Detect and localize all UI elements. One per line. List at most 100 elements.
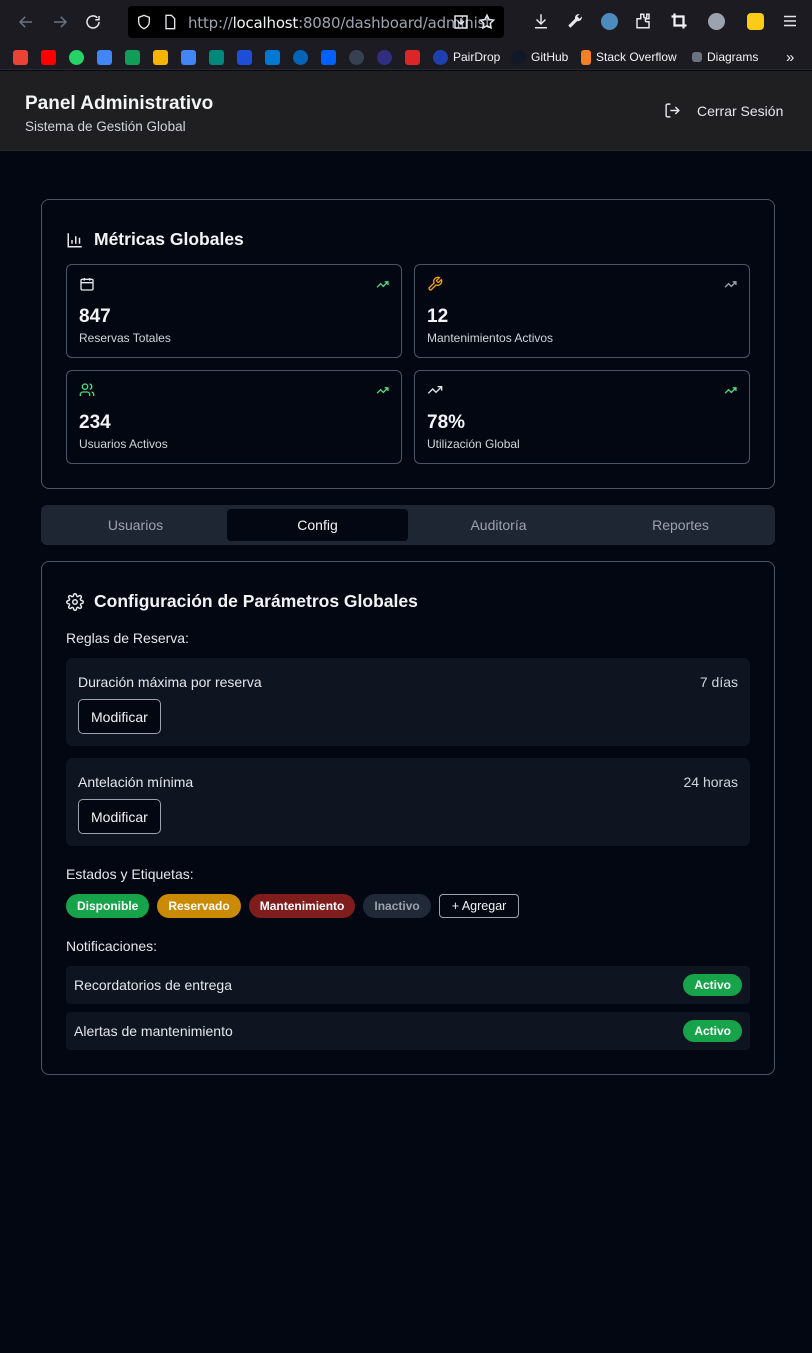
trending-up-icon xyxy=(376,281,389,288)
youtube-bookmark-icon[interactable] xyxy=(41,49,56,65)
calendar-icon xyxy=(80,278,94,291)
logout-label: Cerrar Sesión xyxy=(697,102,784,119)
page-subtitle: Sistema de Gestión Global xyxy=(25,119,186,134)
url-text[interactable]: http://localhost:8080/dashboard/administ xyxy=(188,14,491,32)
menu-icon[interactable] xyxy=(780,11,800,31)
slides-bookmark-icon[interactable] xyxy=(153,49,168,65)
metrics-heading-label: Métricas Globales xyxy=(94,229,244,249)
states-list: Disponible Reservado Mantenimiento Inact… xyxy=(66,894,520,918)
metric-label: Mantenimientos Activos xyxy=(427,331,554,345)
rule-name: Duración máxima por reserva xyxy=(78,674,262,690)
spy-extension-icon[interactable] xyxy=(706,11,726,31)
rule-value: 24 horas xyxy=(683,774,738,790)
tab-list: Usuarios Config Auditoría Reportes xyxy=(41,505,775,545)
shield-icon[interactable] xyxy=(136,14,152,30)
trending-up-icon xyxy=(376,387,389,394)
gear-icon xyxy=(66,592,84,611)
metric-card-utilizacion: 78% Utilización Global xyxy=(414,370,750,464)
metric-card-reservas: 847 Reservas Totales xyxy=(66,264,402,358)
metric-value: 12 xyxy=(427,306,449,327)
notification-label: Alertas de mantenimiento xyxy=(74,1023,233,1039)
pairdrop-icon xyxy=(433,49,448,65)
status-badge-inactivo[interactable]: Inactivo xyxy=(363,894,431,918)
metric-card-mantenimientos: 12 Mantenimientos Activos xyxy=(414,264,750,358)
bookmark-label: GitHub xyxy=(531,50,569,64)
status-badge-mantenimiento[interactable]: Mantenimiento xyxy=(248,894,356,918)
speed-bookmark-icon[interactable] xyxy=(349,49,364,65)
td-bookmark-icon[interactable] xyxy=(237,49,252,65)
modify-button[interactable]: Modificar xyxy=(78,799,161,834)
metric-label: Utilización Global xyxy=(427,437,520,451)
trending-up-icon xyxy=(724,281,737,288)
notification-status-badge[interactable]: Activo xyxy=(683,1020,742,1042)
reload-icon[interactable] xyxy=(81,10,105,34)
wrench-icon xyxy=(428,276,443,291)
rule-antelacion: Antelación mínima 24 horas Modificar xyxy=(66,758,750,846)
tab-auditoria[interactable]: Auditoría xyxy=(408,509,589,541)
bookmark-label: Diagrams xyxy=(707,50,759,64)
docs-bookmark-icon[interactable] xyxy=(97,49,112,65)
bookmark-label: Stack Overflow xyxy=(596,50,677,64)
tab-reportes[interactable]: Reportes xyxy=(590,509,771,541)
trending-up-icon xyxy=(724,387,737,394)
crop-icon[interactable] xyxy=(669,11,689,31)
config-card: Configuración de Parámetros Globales Reg… xyxy=(41,561,775,1075)
metric-label: Reservas Totales xyxy=(79,331,171,345)
status-badge-reservado[interactable]: Reservado xyxy=(157,894,241,918)
yellow-extension-icon[interactable] xyxy=(745,11,765,31)
url-bar[interactable]: http://localhost:8080/dashboard/administ xyxy=(128,6,504,38)
status-badge-disponible[interactable]: Disponible xyxy=(66,894,150,918)
notification-label: Recordatorios de entrega xyxy=(74,977,232,993)
stackoverflow-icon xyxy=(581,49,591,65)
wrench-tool-icon[interactable] xyxy=(565,11,585,31)
config-heading: Configuración de Parámetros Globales xyxy=(66,591,418,612)
bookmark-diagrams[interactable]: Diagrams xyxy=(692,49,758,65)
trending-up-icon xyxy=(427,386,443,394)
url-host: localhost xyxy=(232,14,299,32)
outlook-bookmark-icon[interactable] xyxy=(265,49,280,65)
bookmarks-bar: PairDrop GitHub Stack Overflow Diagrams … xyxy=(0,44,812,70)
onedrive-bookmark-icon[interactable] xyxy=(293,49,308,65)
app-header: Panel Administrativo Sistema de Gestión … xyxy=(0,71,812,151)
config-heading-label: Configuración de Parámetros Globales xyxy=(94,591,418,611)
metric-card-usuarios: 234 Usuarios Activos xyxy=(66,370,402,464)
back-icon[interactable] xyxy=(14,10,38,34)
meet-bookmark-icon[interactable] xyxy=(209,49,224,65)
extensions-icon[interactable] xyxy=(633,11,653,31)
logout-button[interactable]: Cerrar Sesión xyxy=(664,102,783,119)
github-icon xyxy=(511,49,526,65)
red-bookmark-icon[interactable] xyxy=(405,49,420,65)
more-bookmarks-icon[interactable]: » xyxy=(786,49,794,66)
page-icon xyxy=(165,14,176,30)
modify-button[interactable]: Modificar xyxy=(78,699,161,734)
rule-name: Antelación mínima xyxy=(78,774,194,790)
dropbox-bookmark-icon[interactable] xyxy=(321,49,336,65)
forward-icon[interactable] xyxy=(48,10,72,34)
states-section-label: Estados y Etiquetas: xyxy=(66,866,194,882)
circle-bookmark-icon[interactable] xyxy=(377,49,392,65)
metric-value: 78% xyxy=(427,412,466,433)
translate-bookmark-icon[interactable] xyxy=(181,49,196,65)
metrics-heading: Métricas Globales xyxy=(66,229,244,250)
notification-row: Alertas de mantenimiento Activo xyxy=(66,1012,750,1050)
metric-label: Usuarios Activos xyxy=(79,437,168,451)
tab-config[interactable]: Config xyxy=(227,509,408,541)
notification-status-badge[interactable]: Activo xyxy=(683,974,742,996)
bar-chart-icon xyxy=(67,232,82,247)
add-state-button[interactable]: + Agregar xyxy=(438,894,520,918)
bookmark-star-icon[interactable] xyxy=(478,13,496,31)
bookmark-github[interactable]: GitHub xyxy=(511,49,568,65)
gmail-bookmark-icon[interactable] xyxy=(13,49,28,65)
notification-row: Recordatorios de entrega Activo xyxy=(66,966,750,1004)
sheets-bookmark-icon[interactable] xyxy=(125,49,140,65)
downloads-icon[interactable] xyxy=(531,11,551,31)
save-page-icon[interactable] xyxy=(452,13,470,31)
bookmark-pairdrop[interactable]: PairDrop xyxy=(433,49,500,65)
whatsapp-bookmark-icon[interactable] xyxy=(69,49,84,65)
profile-extension-icon[interactable] xyxy=(599,11,619,31)
browser-toolbar: http://localhost:8080/dashboard/administ xyxy=(0,0,812,44)
metric-value: 847 xyxy=(79,306,111,327)
bookmark-stackoverflow[interactable]: Stack Overflow xyxy=(581,49,677,65)
tab-usuarios[interactable]: Usuarios xyxy=(45,509,226,541)
rules-section-label: Reglas de Reserva: xyxy=(66,630,189,646)
